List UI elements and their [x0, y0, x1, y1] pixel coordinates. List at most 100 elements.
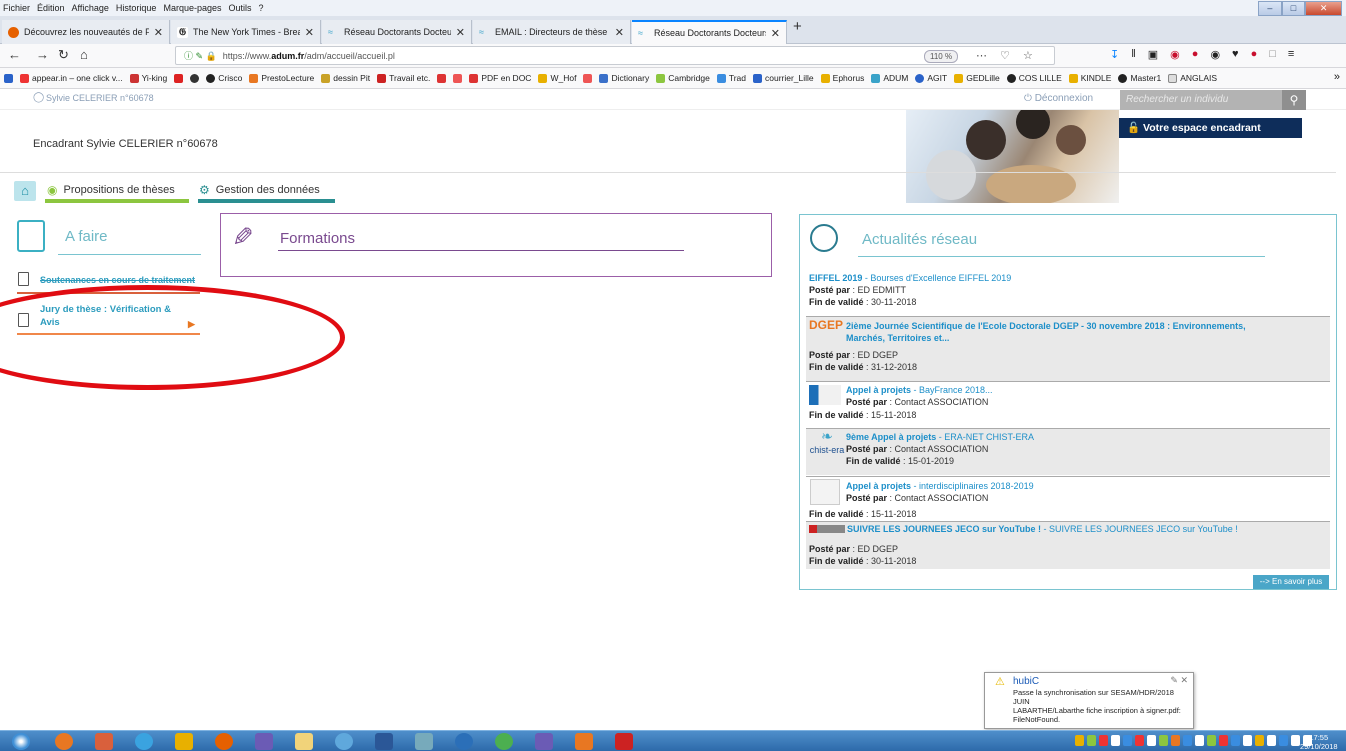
tray-icon[interactable]: [1183, 735, 1192, 746]
app-icon[interactable]: [55, 733, 73, 750]
close-icon[interactable]: ✎ ✕: [1170, 676, 1188, 685]
menu-fichier[interactable]: Fichier: [3, 3, 30, 13]
news-title[interactable]: Appel à projets: [846, 385, 911, 395]
news-subtitle[interactable]: - ERA-NET CHIST-ERA: [936, 432, 1034, 442]
app-icon[interactable]: [455, 733, 473, 750]
page-actions-icon[interactable]: ⋯ ♡ ☆: [976, 49, 1038, 62]
bookmark-folder[interactable]: ANGLAIS: [1168, 73, 1217, 83]
bookmark-item[interactable]: COS LILLE: [1006, 73, 1062, 83]
bookmark-item[interactable]: [174, 73, 184, 83]
bookmark-item[interactable]: Travail etc.: [377, 73, 430, 83]
app-icon[interactable]: [255, 733, 273, 750]
bookmark-item[interactable]: AGIT: [915, 73, 947, 83]
tray-icon[interactable]: [1231, 735, 1240, 746]
bookmark-item[interactable]: Crisco: [206, 73, 242, 83]
close-tab-icon[interactable]: ✕: [615, 26, 624, 39]
sidebar-icon[interactable]: ▣: [1148, 48, 1158, 61]
menu-affichage[interactable]: Affichage: [72, 3, 109, 13]
network-icon[interactable]: [1291, 735, 1300, 746]
browser-tab[interactable]: 𝔊 The New York Times - Breaking ✕: [171, 20, 321, 44]
en-savoir-plus-button[interactable]: --> En savoir plus: [1253, 575, 1329, 589]
app-icon[interactable]: [335, 733, 353, 750]
library-icon[interactable]: ‖: [1131, 48, 1136, 61]
news-title[interactable]: 2ième Journée Scientifique de l'Ecole Do…: [846, 320, 1326, 332]
home-icon[interactable]: ⌂: [80, 47, 88, 62]
bookmark-item[interactable]: dessin Pit: [321, 73, 370, 83]
tray-icon[interactable]: [1219, 735, 1228, 746]
tray-icon[interactable]: [1267, 735, 1276, 746]
new-tab-icon[interactable]: +: [793, 18, 802, 35]
bookmark-item[interactable]: [583, 73, 593, 83]
search-icon[interactable]: ⚲: [1282, 90, 1306, 110]
close-tab-icon[interactable]: ✕: [305, 26, 314, 39]
zoom-level[interactable]: 110 %: [924, 50, 959, 63]
bookmark-item[interactable]: appear.in – one click v...: [20, 73, 123, 83]
tray-icon[interactable]: [1111, 735, 1120, 746]
tray-icon[interactable]: [1207, 735, 1216, 746]
reload-icon[interactable]: ↻: [58, 47, 69, 63]
news-title[interactable]: Appel à projets: [846, 481, 911, 491]
extension-icon[interactable]: ♥: [1232, 48, 1239, 61]
news-title[interactable]: EIFFEL 2019: [809, 273, 862, 283]
explorer-icon[interactable]: [295, 733, 313, 750]
browser-tab[interactable]: ≈ EMAIL : Directeurs de thèse des ✕: [473, 20, 631, 44]
extension-icon[interactable]: ◉: [1210, 48, 1220, 61]
news-subtitle[interactable]: - SUIVRE LES JOURNEES JECO sur YouTube !: [1041, 524, 1238, 534]
extension-icon[interactable]: ●: [1192, 48, 1199, 61]
bookmark-item[interactable]: W_Hof: [538, 73, 576, 83]
news-title[interactable]: SUIVRE LES JOURNEES JECO sur YouTube !: [847, 524, 1041, 534]
bookmark-item[interactable]: GEDLille: [954, 73, 1000, 83]
tray-icon[interactable]: [1075, 735, 1084, 746]
ie-icon[interactable]: [135, 733, 153, 750]
espace-encadrant-button[interactable]: 🔓 Votre espace encadrant: [1119, 118, 1302, 138]
bookmark-item[interactable]: PrestoLecture: [249, 73, 314, 83]
app-icon[interactable]: [95, 733, 113, 750]
app-icon[interactable]: [495, 733, 513, 750]
forward-icon[interactable]: →: [36, 47, 49, 62]
browser-tab[interactable]: Découvrez les nouveautés de F ✕: [2, 20, 170, 44]
app-icon[interactable]: [615, 733, 633, 750]
tray-icon[interactable]: [1255, 735, 1264, 746]
tray-icon[interactable]: [1159, 735, 1168, 746]
extension-icon[interactable]: □: [1269, 48, 1276, 61]
hubic-notification[interactable]: ⚠ ✎ ✕ hubiC Passe la synchronisation sur…: [984, 672, 1194, 729]
close-tab-icon[interactable]: ✕: [771, 27, 780, 40]
menu-icon[interactable]: ≡: [1288, 48, 1294, 61]
tray-icon[interactable]: [1135, 735, 1144, 746]
news-subtitle[interactable]: - Bourses d'Excellence EIFFEL 2019: [862, 273, 1011, 283]
maximize-button[interactable]: □: [1281, 1, 1306, 16]
bookmark-item[interactable]: ADUM: [871, 73, 908, 83]
bookmark-item[interactable]: Ephorus: [820, 73, 864, 83]
close-window-button[interactable]: ✕: [1305, 1, 1343, 16]
bookmarks-overflow-icon[interactable]: »: [1334, 71, 1340, 83]
extension-icon[interactable]: ●: [1251, 48, 1258, 61]
home-button[interactable]: ⌂: [14, 181, 36, 201]
menu-help[interactable]: ?: [259, 3, 264, 13]
task-soutenances[interactable]: Soutenances en cours de traitement: [40, 275, 195, 285]
logout-link[interactable]: ⏻ Déconnexion: [1024, 93, 1093, 104]
news-subtitle[interactable]: - BayFrance 2018...: [911, 385, 993, 395]
download-icon[interactable]: ↧: [1110, 48, 1119, 61]
app-icon[interactable]: [575, 733, 593, 750]
close-tab-icon[interactable]: ✕: [456, 26, 465, 39]
news-title-cont[interactable]: Marchés, Territoires et...: [846, 332, 1326, 344]
menu-marque-pages[interactable]: Marque-pages: [163, 3, 221, 13]
clock[interactable]: 17:55 29/10/2018: [1300, 733, 1338, 751]
menu-outils[interactable]: Outils: [229, 3, 252, 13]
menu-historique[interactable]: Historique: [116, 3, 157, 13]
bookmark-item[interactable]: [453, 73, 463, 83]
bookmark-item[interactable]: [4, 73, 13, 83]
bookmark-item[interactable]: [437, 73, 447, 83]
tray-icon[interactable]: [1171, 735, 1180, 746]
news-title[interactable]: 9ème Appel à projets: [846, 432, 936, 442]
news-subtitle[interactable]: - interdisciplinaires 2018-2019: [911, 481, 1034, 491]
tab-propositions[interactable]: ◉ Propositions de thèses: [47, 183, 175, 197]
bookmark-item[interactable]: [190, 73, 200, 83]
bookmark-item[interactable]: Master1: [1118, 73, 1161, 83]
minimize-button[interactable]: –: [1258, 1, 1282, 16]
tray-icon[interactable]: [1243, 735, 1252, 746]
app-icon[interactable]: [535, 733, 553, 750]
tray-icon[interactable]: [1099, 735, 1108, 746]
tray-icon[interactable]: [1195, 735, 1204, 746]
tab-gestion[interactable]: ⚙ Gestion des données: [199, 183, 320, 197]
